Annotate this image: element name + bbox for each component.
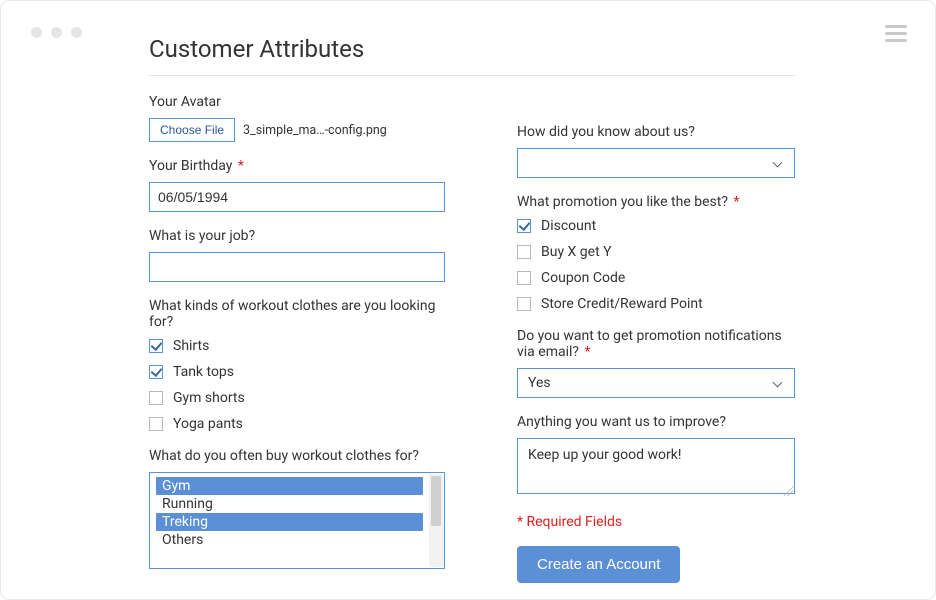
window-dot xyxy=(31,27,42,38)
checkbox-row-yoga-pants[interactable]: Yoga pants xyxy=(149,416,459,432)
app-window: Customer Attributes Your Avatar Choose F… xyxy=(0,0,936,600)
workout-kinds-label: What kinds of workout clothes are you lo… xyxy=(149,298,459,330)
listbox-inner: Gym Running Treking Others xyxy=(150,473,429,568)
create-account-button[interactable]: Create an Account xyxy=(517,546,680,583)
checkbox-row-discount[interactable]: Discount xyxy=(517,218,795,234)
checkbox-icon[interactable] xyxy=(149,417,163,431)
promotions-label: What promotion you like the best? * xyxy=(517,194,795,210)
buy-for-listbox[interactable]: Gym Running Treking Others xyxy=(149,472,445,569)
list-option-running[interactable]: Running xyxy=(150,495,429,513)
checkbox-row-store-credit[interactable]: Store Credit/Reward Point xyxy=(517,296,795,312)
notifications-select-wrap: Yes xyxy=(517,368,795,398)
checkbox-label: Yoga pants xyxy=(173,416,243,432)
promotions-field: What promotion you like the best? * Disc… xyxy=(517,194,795,312)
checkbox-row-coupon-code[interactable]: Coupon Code xyxy=(517,270,795,286)
required-fields-note: * Required Fields xyxy=(517,514,795,530)
job-input[interactable] xyxy=(149,252,445,282)
list-option-gym[interactable]: Gym xyxy=(156,477,423,495)
notifications-label-text: Do you want to get promotion notificatio… xyxy=(517,328,782,360)
avatar-label: Your Avatar xyxy=(149,94,459,110)
improve-textarea[interactable] xyxy=(517,438,795,494)
window-dot xyxy=(71,27,82,38)
avatar-field: Your Avatar Choose File 3_simple_ma…-con… xyxy=(149,94,459,142)
workout-kinds-field: What kinds of workout clothes are you lo… xyxy=(149,298,459,432)
job-label: What is your job? xyxy=(149,228,459,244)
notifications-select[interactable]: Yes xyxy=(517,368,795,398)
form-columns: Your Avatar Choose File 3_simple_ma…-con… xyxy=(149,94,795,583)
required-star: * xyxy=(585,344,591,360)
checkbox-row-buy-x-get-y[interactable]: Buy X get Y xyxy=(517,244,795,260)
window-dot xyxy=(51,27,62,38)
promotions-label-text: What promotion you like the best? xyxy=(517,194,728,210)
right-column: How did you know about us? What promotio… xyxy=(517,94,795,583)
left-column: Your Avatar Choose File 3_simple_ma…-con… xyxy=(149,94,459,583)
checkbox-label: Tank tops xyxy=(173,364,234,380)
window-controls xyxy=(31,27,82,38)
referral-label: How did you know about us? xyxy=(517,124,795,140)
checkbox-icon[interactable] xyxy=(517,219,531,233)
referral-select-wrap xyxy=(517,148,795,178)
improve-field: Anything you want us to improve? xyxy=(517,414,795,498)
menu-icon[interactable] xyxy=(885,25,907,42)
buy-for-field: What do you often buy workout clothes fo… xyxy=(149,448,459,569)
notifications-field: Do you want to get promotion notificatio… xyxy=(517,328,795,398)
referral-select[interactable] xyxy=(517,148,795,178)
page-title: Customer Attributes xyxy=(149,35,795,76)
listbox-scrollbar[interactable] xyxy=(429,474,443,567)
checkbox-icon[interactable] xyxy=(149,391,163,405)
birthday-field: Your Birthday * xyxy=(149,158,459,212)
checkbox-label: Gym shorts xyxy=(173,390,245,406)
list-option-treking[interactable]: Treking xyxy=(156,513,423,531)
birthday-label-text: Your Birthday xyxy=(149,158,232,174)
checkbox-label: Discount xyxy=(541,218,596,234)
referral-field: How did you know about us? xyxy=(517,124,795,178)
checkbox-label: Buy X get Y xyxy=(541,244,612,260)
checkbox-row-shirts[interactable]: Shirts xyxy=(149,338,459,354)
scrollbar-thumb[interactable] xyxy=(431,476,441,526)
checkbox-icon[interactable] xyxy=(149,365,163,379)
improve-label: Anything you want us to improve? xyxy=(517,414,795,430)
buy-for-label: What do you often buy workout clothes fo… xyxy=(149,448,459,464)
choose-file-button[interactable]: Choose File xyxy=(149,118,235,142)
required-star: * xyxy=(733,194,739,210)
checkbox-icon[interactable] xyxy=(517,297,531,311)
checkbox-icon[interactable] xyxy=(149,339,163,353)
required-star: * xyxy=(238,158,244,174)
notifications-select-value: Yes xyxy=(528,375,551,391)
birthday-input[interactable] xyxy=(149,182,445,212)
checkbox-icon[interactable] xyxy=(517,245,531,259)
content-area: Customer Attributes Your Avatar Choose F… xyxy=(1,1,935,583)
list-option-others[interactable]: Others xyxy=(150,531,429,549)
checkbox-row-gym-shorts[interactable]: Gym shorts xyxy=(149,390,459,406)
checkbox-icon[interactable] xyxy=(517,271,531,285)
chosen-filename: 3_simple_ma…-config.png xyxy=(243,123,387,138)
improve-textarea-wrap xyxy=(517,438,795,498)
checkbox-row-tank-tops[interactable]: Tank tops xyxy=(149,364,459,380)
checkbox-label: Coupon Code xyxy=(541,270,625,286)
notifications-label: Do you want to get promotion notificatio… xyxy=(517,328,795,360)
file-row: Choose File 3_simple_ma…-config.png xyxy=(149,118,459,142)
checkbox-label: Store Credit/Reward Point xyxy=(541,296,703,312)
birthday-label: Your Birthday * xyxy=(149,158,459,174)
checkbox-label: Shirts xyxy=(173,338,209,354)
job-field: What is your job? xyxy=(149,228,459,282)
